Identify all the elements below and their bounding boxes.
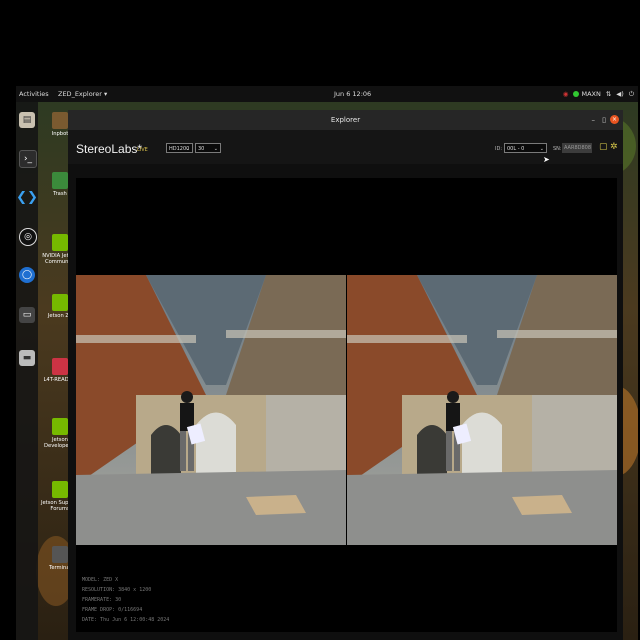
record-icon[interactable]: ▢ (599, 142, 608, 152)
zed-explorer-icon[interactable]: ▭ (19, 307, 35, 323)
desktop-screen: Activities ZED_Explorer ▾ Jun 6 12:06 ◉ … (16, 86, 638, 640)
power-mode-label: MAXN (581, 90, 601, 98)
camera-viewer[interactable]: MODEL: ZED X RESOLUTION: 3840 x 1200 FRA… (76, 178, 617, 632)
volume-icon[interactable]: ◀) (616, 86, 624, 102)
explorer-window: Explorer – ▯ × StereoLabs* LIVE HD1200 ⌄ … (68, 110, 623, 640)
desktop-icon-label: Inpbot (51, 131, 69, 137)
maximize-icon[interactable]: ▯ (602, 115, 606, 125)
terminal-icon[interactable]: ›_ (19, 150, 37, 168)
fps-value: 30 (198, 146, 205, 152)
trash-icon (52, 172, 68, 189)
files-icon[interactable]: ▤ (19, 112, 35, 128)
left-camera-image (76, 275, 346, 545)
window-title: Explorer (330, 116, 361, 124)
disk-icon[interactable]: ▬ (19, 350, 35, 366)
dock: ▤ ›_ ❮❯ ◎ ◯ ▭ ▬ (16, 102, 38, 640)
obs-icon[interactable]: ◎ (19, 228, 37, 246)
mouse-cursor-icon: ➤ (543, 155, 550, 164)
info-frame-drop: FRAME DROP: 0/116694 (82, 607, 143, 613)
clock[interactable]: Jun 6 12:06 (334, 86, 371, 102)
power-mode-dot-icon (573, 91, 580, 97)
info-date: DATE: Thu Jun 6 12:00:48 2024 (82, 617, 170, 623)
chromium-icon[interactable]: ◯ (19, 267, 35, 283)
camera-id-select[interactable]: 00L - 0 ⌄ (504, 143, 547, 153)
terminal-icon (52, 546, 68, 563)
app-menu[interactable]: ZED_Explorer ▾ (58, 86, 107, 102)
info-resolution: RESOLUTION: 3840 x 1200 (82, 587, 152, 593)
system-tray[interactable]: ◉ MAXN ⇅ ◀) ⏻ (563, 86, 634, 102)
live-badge: LIVE (137, 147, 148, 153)
close-icon[interactable]: × (610, 115, 619, 124)
brand-logo: StereoLabs* (76, 142, 143, 156)
serial-number-field[interactable]: AAR8D808 (562, 143, 592, 153)
info-model: MODEL: ZED X (82, 577, 119, 583)
fps-select[interactable]: 30 ⌄ (195, 143, 221, 153)
id-label: ID: (495, 146, 503, 152)
right-camera-image (347, 275, 617, 545)
toolbar: StereoLabs* LIVE HD1200 ⌄ 30 ⌄ ID: 00L - 0… (68, 130, 623, 164)
settings-gear-icon[interactable]: ✲ (610, 142, 618, 152)
chevron-down-icon: ⌄ (539, 146, 544, 152)
chevron-down-icon: ⌄ (213, 146, 218, 152)
camera-id-value: 00L - 0 (507, 146, 525, 152)
readme-icon (52, 358, 68, 375)
top-bar: Activities ZED_Explorer ▾ Jun 6 12:06 ◉ … (16, 86, 638, 102)
nvidia-icon (52, 481, 68, 498)
resolution-select[interactable]: HD1200 ⌄ (166, 143, 193, 153)
nvidia-status-icon[interactable]: ◉ (563, 86, 569, 102)
sn-label: SN: (553, 146, 562, 152)
desktop-icon-label: Trash (53, 191, 67, 197)
nvidia-icon (52, 418, 68, 435)
chevron-down-icon: ⌄ (185, 146, 190, 152)
nvidia-icon (52, 294, 68, 311)
activities-button[interactable]: Activities (19, 86, 49, 102)
network-icon[interactable]: ⇅ (606, 86, 611, 102)
info-framerate: FRAMERATE: 30 (82, 597, 122, 603)
camera-info-panel: MODEL: ZED X RESOLUTION: 3840 x 1200 FRA… (82, 575, 169, 625)
power-mode-indicator[interactable]: MAXN (573, 86, 601, 102)
window-titlebar[interactable]: Explorer – ▯ × (68, 110, 623, 130)
nvidia-icon (52, 234, 68, 251)
vscode-icon[interactable]: ❮❯ (16, 189, 38, 205)
minimize-icon[interactable]: – (592, 115, 596, 125)
document-icon (52, 112, 68, 129)
power-icon[interactable]: ⏻ (629, 86, 634, 102)
stereo-image-pair (76, 275, 617, 545)
